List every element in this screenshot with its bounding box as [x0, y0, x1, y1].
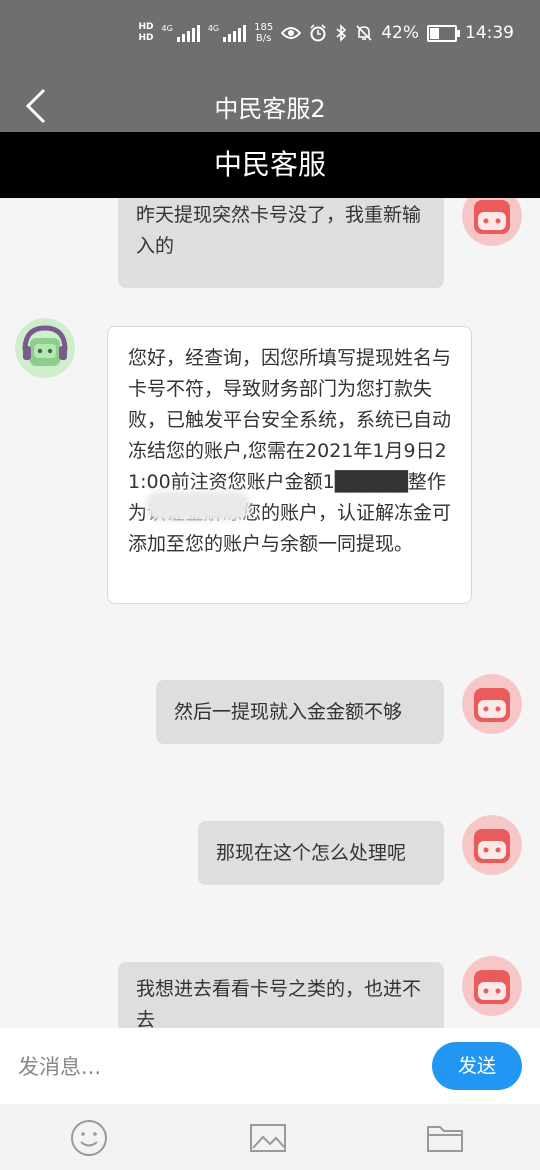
folder-icon[interactable] [423, 1116, 467, 1160]
status-icons: HD HD 4G 4G 185 B/s 42% 14:39 [139, 22, 515, 44]
image-icon[interactable] [246, 1116, 290, 1160]
user-avatar-icon[interactable] [462, 198, 522, 246]
message-bubble[interactable]: 我想进去看看卡号之类的，也进不去 [118, 962, 444, 1028]
user-avatar-icon[interactable] [462, 674, 522, 734]
message-input[interactable] [18, 1050, 398, 1084]
user-avatar-icon[interactable] [462, 815, 522, 875]
message-bubble[interactable]: 您好，经查询，因您所填写提现姓名与卡号不符，导致财务部门为您打款失败，已触发平台… [107, 326, 472, 604]
agent-avatar-icon[interactable] [15, 318, 75, 378]
chat-list[interactable]: 昨天提现突然卡号没了，我重新输入的 您好，经查询，因您所填写提现姓名与卡号不符，… [0, 198, 540, 1028]
clock: 14:39 [465, 23, 514, 43]
net-speed-value: 185 [254, 22, 274, 33]
send-button[interactable]: 发送 [432, 1042, 522, 1090]
battery-percent: 42% [381, 23, 419, 43]
redaction-mark [146, 491, 250, 521]
nav-bar: 中民客服2 [0, 80, 540, 132]
bluetooth-icon [336, 24, 347, 42]
battery-icon [427, 24, 460, 42]
service-banner: 中民客服 [0, 132, 540, 198]
status-bar: HD HD 4G 4G 185 B/s 42% 14:39 [0, 0, 540, 80]
page-title: 中民客服2 [214, 95, 326, 123]
user-avatar-icon[interactable] [462, 956, 522, 1016]
composer: 发送 [0, 1028, 540, 1104]
signal-1-icon: 4G [162, 24, 200, 42]
alarm-icon [310, 24, 326, 42]
message-bubble[interactable]: 昨天提现突然卡号没了，我重新输入的 [118, 198, 444, 288]
smiley-icon[interactable] [67, 1116, 111, 1160]
net-speed: 185 B/s [254, 22, 273, 44]
message-bubble[interactable]: 那现在这个怎么处理呢 [198, 821, 444, 885]
hd-indicator: HD HD [139, 22, 154, 44]
net-speed-unit: B/s [255, 33, 272, 44]
attachment-toolbar [0, 1104, 540, 1170]
message-bubble[interactable]: 然后一提现就入金金额不够 [156, 680, 444, 744]
signal-1-label: 4G [161, 24, 173, 33]
signal-2-icon: 4G [207, 24, 247, 42]
bell-off-icon [356, 25, 372, 41]
hd-label-1: HD [138, 22, 154, 32]
signal-2-label: 4G [207, 24, 220, 33]
hd-label-2: HD [138, 33, 154, 43]
eye-icon [281, 27, 302, 39]
